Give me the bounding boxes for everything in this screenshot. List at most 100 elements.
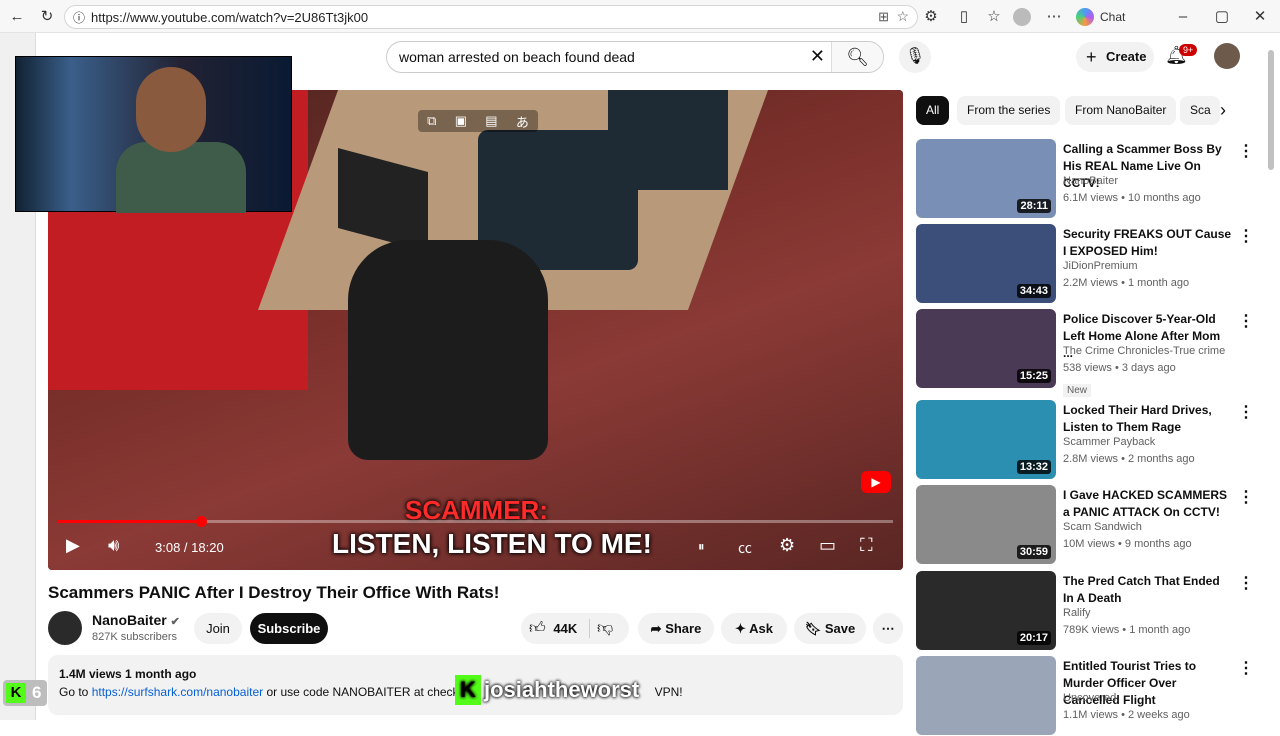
chip-from-channel[interactable]: From NanoBaiter (1065, 96, 1177, 125)
channel-name-text: NanoBaiter (92, 612, 167, 628)
more-options-icon[interactable]: ⋮ (1238, 402, 1254, 422)
plus-icon: + (1086, 47, 1097, 67)
address-bar[interactable]: ⓘ https://www.youtube.com/watch?v=2U86Tt… (64, 5, 918, 29)
recommendation-channel[interactable]: NanoBaiter (1063, 175, 1118, 187)
filter-chips: All From the series From NanoBaiter Sca (916, 96, 1246, 126)
miniplayer-icon[interactable]: ⧉ (427, 113, 436, 129)
recommendation-channel[interactable]: Scam Sandwich (1063, 521, 1142, 533)
translate-icon[interactable]: あ (516, 112, 529, 131)
like-count[interactable]: 44K (553, 621, 577, 636)
video-thumbnail[interactable]: 20:17 (916, 571, 1056, 650)
close-window-icon[interactable]: ✕ (1249, 6, 1271, 28)
join-button[interactable]: Join (194, 613, 242, 644)
more-options-icon[interactable]: ⋮ (1238, 141, 1254, 161)
video-thumbnail[interactable]: 15:25 (916, 309, 1056, 388)
settings-icon[interactable]: ⚙ (779, 535, 795, 556)
recommendation-channel[interactable]: Ralify (1063, 607, 1091, 619)
recommendation-item[interactable]: 13:32 Locked Their Hard Drives, Listen to… (916, 400, 1256, 480)
save-button[interactable]: 🔖︎ Save (794, 613, 866, 644)
scrollbar-thumb[interactable] (1268, 50, 1274, 170)
chip-all[interactable]: All (916, 96, 950, 125)
recommendation-meta: 6.1M views • 10 months ago (1063, 192, 1201, 204)
captions-icon[interactable]: ㏄ (738, 538, 752, 558)
recommendation-title[interactable]: I Gave HACKED SCAMMERS a PANIC ATTACK On… (1063, 487, 1233, 521)
favorite-star-icon[interactable]: ☆ (896, 8, 909, 25)
recommendation-item[interactable]: 34:43 Security FREAKS OUT Cause I EXPOSED… (916, 224, 1256, 304)
volume-icon[interactable]: 🔊︎ (108, 535, 119, 556)
search-button[interactable]: 🔍︎ (831, 42, 883, 72)
voice-search-button[interactable]: 🎙︎ (899, 41, 931, 73)
bookmark-icon: 🔖︎ (804, 621, 825, 636)
chip-scam[interactable]: Sca (1180, 96, 1220, 125)
youtube-watermark-icon[interactable]: ▶ (861, 471, 891, 493)
url-text: https://www.youtube.com/watch?v=2U86Tt3j… (91, 10, 369, 25)
webcam-face (136, 67, 206, 152)
clear-search-icon[interactable]: ✕ (810, 46, 825, 67)
play-icon[interactable]: ▶ (66, 535, 80, 556)
maximize-icon[interactable]: ▢ (1211, 6, 1233, 28)
create-button[interactable]: + Create (1076, 42, 1154, 72)
more-actions-icon[interactable]: ⋯ (873, 613, 903, 644)
extensions-icon[interactable]: ⚙ (920, 6, 942, 28)
recommendation-item[interactable]: 20:17 The Pred Catch That Ended In A Deat… (916, 571, 1256, 651)
theater-mode-icon[interactable]: ▭ (819, 535, 836, 556)
notes-icon[interactable]: ▤ (485, 113, 497, 129)
dislike-icon[interactable]: 👎︎ (597, 613, 613, 644)
video-thumbnail[interactable]: 30:59 (916, 485, 1056, 564)
recommendation-item[interactable]: 28:11 Calling a Scammer Boss By His REAL … (916, 139, 1256, 219)
split-screen-icon[interactable]: ▯ (953, 6, 975, 28)
favorites-icon[interactable]: ☆ (983, 6, 1005, 28)
recommendation-meta: 1.1M views • 2 weeks ago (1063, 709, 1190, 721)
search-box[interactable]: woman arrested on beach found dead ✕ 🔍︎ (386, 41, 884, 73)
video-thumbnail[interactable]: 13:32 (916, 400, 1056, 479)
site-info-icon[interactable]: ⓘ (73, 9, 85, 26)
minimize-icon[interactable]: – (1172, 6, 1194, 28)
account-avatar[interactable] (1214, 43, 1240, 69)
app-icon[interactable]: ⊞ (878, 9, 889, 25)
scrollbar[interactable] (1267, 44, 1275, 714)
more-menu-icon[interactable]: ⋯ (1043, 6, 1065, 28)
reload-icon[interactable]: ↻ (36, 6, 58, 28)
more-options-icon[interactable]: ⋮ (1238, 311, 1254, 331)
subscriber-count: 827K subscribers (92, 631, 177, 643)
fullscreen-icon[interactable]: ⛶ (860, 535, 873, 556)
recommendation-title[interactable]: The Pred Catch That Ended In A Death (1063, 573, 1233, 607)
channel-name[interactable]: NanoBaiter ✔ (92, 612, 180, 628)
like-icon[interactable]: 👍︎ (529, 620, 546, 637)
recommendation-title[interactable]: Security FREAKS OUT Cause I EXPOSED Him! (1063, 226, 1233, 260)
subscribe-button[interactable]: Subscribe (250, 613, 328, 644)
recommendation-item[interactable]: 30:59 I Gave HACKED SCAMMERS a PANIC ATTA… (916, 485, 1256, 565)
description-link[interactable]: https://surfshark.com/nanobaiter (92, 685, 263, 699)
search-input[interactable]: woman arrested on beach found dead (399, 49, 635, 65)
recommendation-item[interactable]: Entitled Tourist Tries to Murder Officer… (916, 656, 1256, 736)
profile-icon[interactable] (1013, 8, 1031, 26)
more-options-icon[interactable]: ⋮ (1238, 573, 1254, 593)
channel-avatar[interactable] (48, 611, 82, 645)
recommendation-title[interactable]: Locked Their Hard Drives, Listen to Them… (1063, 402, 1233, 436)
more-options-icon[interactable]: ⋮ (1238, 487, 1254, 507)
video-thumbnail[interactable]: 28:11 (916, 139, 1056, 218)
chip-from-series[interactable]: From the series (957, 96, 1061, 125)
scrubber-handle[interactable] (195, 516, 207, 527)
copilot-chat-button[interactable]: Chat (1074, 5, 1134, 29)
kick-icon: K (6, 683, 26, 703)
ask-button[interactable]: ✦ Ask (721, 613, 787, 644)
recommendation-channel[interactable]: Scammer Payback (1063, 436, 1155, 448)
video-thumbnail[interactable]: 34:43 (916, 224, 1056, 303)
recommendation-channel[interactable]: The Crime Chronicles-True crime (1063, 345, 1225, 357)
chevron-right-icon[interactable]: › (1220, 100, 1226, 121)
share-button[interactable]: ➦ Share (638, 613, 714, 644)
pip-icon[interactable]: ▣ (455, 113, 467, 129)
autoplay-toggle[interactable]: ⏸ (698, 539, 705, 555)
like-dislike-group: 👍︎ 44K 👎︎ (521, 613, 629, 644)
back-icon[interactable]: ← (6, 6, 28, 28)
kick-username-overlay: K josiahtheworst (455, 675, 639, 705)
video-thumbnail[interactable] (916, 656, 1056, 735)
more-options-icon[interactable]: ⋮ (1238, 226, 1254, 246)
more-options-icon[interactable]: ⋮ (1238, 658, 1254, 678)
duration-badge: 34:43 (1016, 284, 1051, 298)
recommendation-channel[interactable]: JiDionPremium (1063, 260, 1138, 272)
recommendation-channel[interactable]: Uncovered (1063, 692, 1116, 704)
recommendation-item[interactable]: 15:25 Police Discover 5-Year-Old Left Hom… (916, 309, 1256, 397)
progress-bar[interactable] (58, 516, 893, 527)
